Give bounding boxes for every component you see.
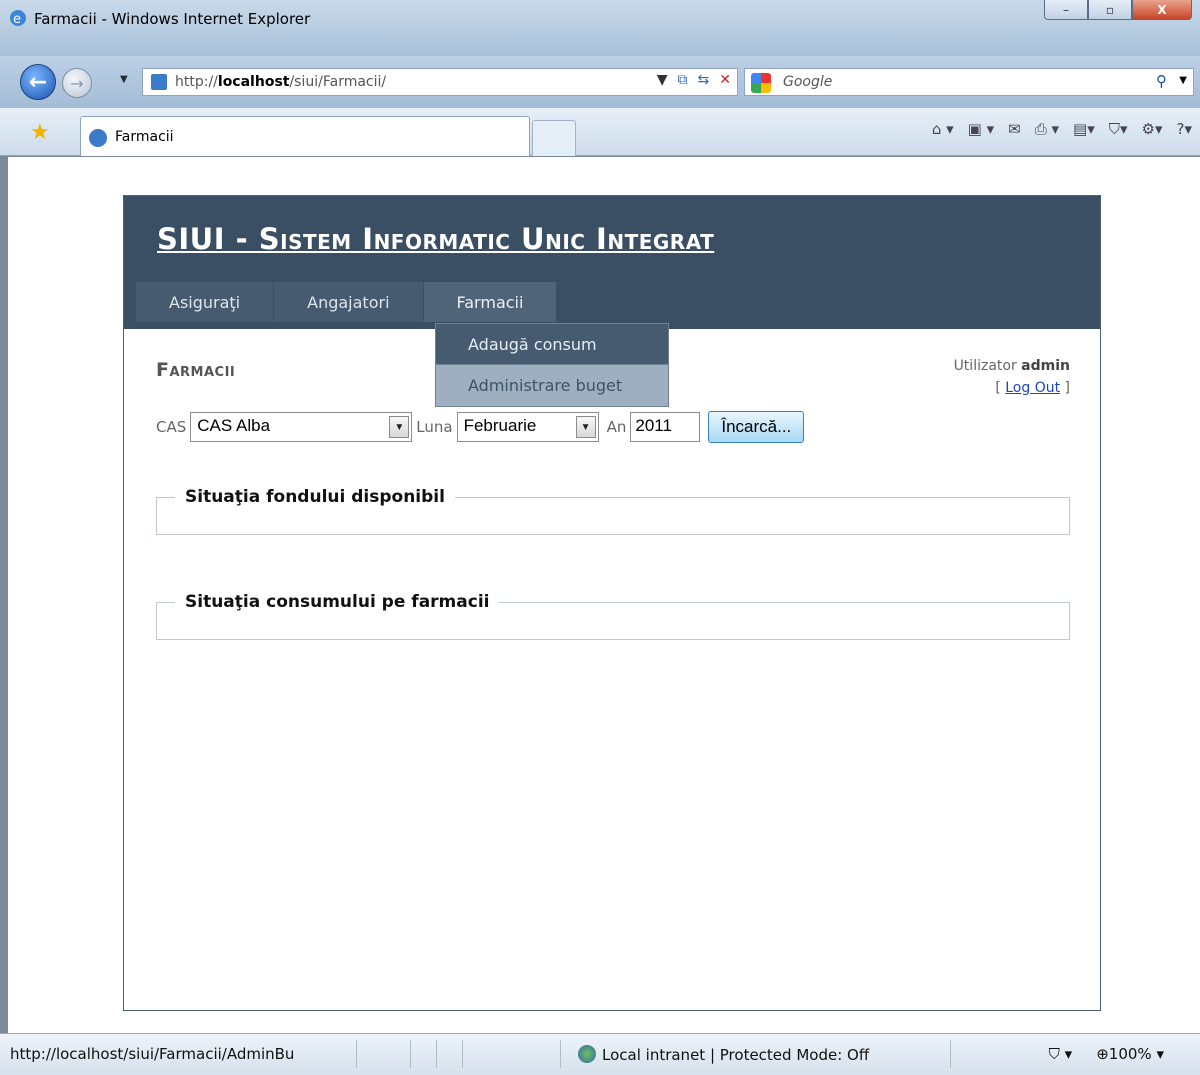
feeds-icon[interactable]: ▣ ▾ — [968, 120, 994, 138]
back-button[interactable]: ← — [20, 64, 56, 100]
window-titlebar: e Farmacii - Windows Internet Explorer –… — [0, 0, 1200, 56]
main-menu: Asiguraţi Angajatori Farmacii — [136, 282, 558, 322]
site-container: SIUI - Sistem Informatic Unic Integrat A… — [123, 195, 1101, 1011]
minimize-button[interactable]: – — [1044, 0, 1088, 20]
consum-farmacii-legend: Situaţia consumului pe farmacii — [185, 592, 490, 612]
command-bar: ⌂ ▾ ▣ ▾ ✉ ⎙ ▾ ▤▾ ⛉▾ ⚙▾ ?▾ — [932, 120, 1192, 138]
search-icon[interactable]: ⚲ — [1156, 72, 1167, 90]
safety-icon[interactable]: ⛉▾ — [1109, 120, 1128, 138]
compatibility-icon[interactable]: ⧉ — [678, 72, 688, 88]
consum-farmacii-fieldset: Situaţia consumului pe farmacii — [156, 592, 1070, 640]
ie-page-icon — [89, 129, 107, 147]
forward-button[interactable]: → — [62, 68, 92, 98]
search-placeholder: Google — [783, 74, 833, 90]
site-header: SIUI - Sistem Informatic Unic Integrat A… — [124, 196, 1100, 329]
home-icon[interactable]: ⌂ ▾ — [932, 120, 954, 138]
navigation-bar: ← → ▼ http://localhost/siui/Farmacii/ ▼ … — [0, 56, 1200, 108]
tools-icon[interactable]: ⚙▾ — [1142, 120, 1163, 138]
cas-select[interactable]: CAS Alba ▼ — [190, 412, 413, 442]
address-bar[interactable]: http://localhost/siui/Farmacii/ ▼ ⧉ ⇆ ✕ — [142, 68, 738, 96]
submenu-item-administrare-buget[interactable]: Administrare buget — [435, 365, 669, 407]
fond-disponibil-fieldset: Situaţia fondului disponibil — [156, 487, 1070, 535]
tab-farmacii[interactable]: Farmacii — [80, 116, 530, 156]
search-options-icon[interactable]: ▼ — [1179, 75, 1187, 86]
favorites-star-icon[interactable]: ★ — [30, 120, 50, 145]
google-icon — [751, 73, 771, 93]
chevron-down-icon[interactable]: ▼ — [575, 416, 596, 438]
security-zone[interactable]: Local intranet | Protected Mode: Off — [578, 1045, 869, 1064]
login-display: Utilizator admin [ Log Out ] — [953, 358, 1070, 396]
refresh-icon[interactable]: ⇆ — [698, 72, 710, 88]
site-title[interactable]: SIUI - Sistem Informatic Unic Integrat — [157, 222, 714, 256]
luna-select[interactable]: Februarie ▼ — [456, 412, 599, 442]
svg-text:e: e — [13, 12, 21, 27]
tabs-bar: ★ Farmacii ⌂ ▾ ▣ ▾ ✉ ⎙ ▾ ▤▾ ⛉▾ ⚙▾ ?▾ — [0, 108, 1200, 156]
menu-item-angajatori[interactable]: Angajatori — [274, 282, 424, 322]
forward-arrow-icon: → — [70, 73, 84, 93]
filter-row: CAS CAS Alba ▼ Luna Februarie ▼ An 2011 … — [156, 411, 805, 443]
farmacii-submenu: Adaugă consum Administrare buget — [435, 323, 669, 407]
stop-icon[interactable]: ✕ — [719, 72, 731, 88]
page-menu-icon[interactable]: ▤▾ — [1073, 120, 1095, 138]
chevron-down-icon[interactable]: ▼ — [389, 416, 410, 438]
load-button[interactable]: Încarcă... — [708, 411, 805, 443]
menu-item-asigurati[interactable]: Asiguraţi — [136, 282, 275, 322]
luna-label: Luna — [416, 418, 453, 436]
status-url: http://localhost/siui/Farmacii/AdminBu — [10, 1045, 295, 1063]
tab-title: Farmacii — [115, 129, 174, 145]
address-dropdown-icon[interactable]: ▼ — [657, 72, 668, 88]
page-icon — [151, 74, 167, 90]
maximize-button[interactable]: ▫ — [1088, 0, 1132, 20]
page-viewport: SIUI - Sistem Informatic Unic Integrat A… — [8, 157, 1200, 1033]
page-title: Farmacii — [156, 359, 236, 381]
back-arrow-icon: ← — [28, 69, 48, 95]
read-mail-icon[interactable]: ✉ — [1008, 120, 1021, 138]
print-icon[interactable]: ⎙ ▾ — [1035, 120, 1059, 138]
an-input[interactable]: 2011 — [630, 412, 701, 442]
cas-label: CAS — [156, 418, 187, 436]
globe-icon — [578, 1045, 596, 1063]
user-label: Utilizator — [953, 358, 1017, 374]
address-url[interactable]: http://localhost/siui/Farmacii/ — [175, 74, 386, 90]
search-box[interactable]: Google ⚲ ▼ — [744, 68, 1194, 96]
help-icon[interactable]: ?▾ — [1177, 120, 1193, 138]
window-title: Farmacii - Windows Internet Explorer — [34, 10, 311, 28]
protected-mode-icon[interactable]: ⛉ ▾ — [1049, 1045, 1073, 1063]
zoom-level[interactable]: ⊕100% ▾ — [1096, 1045, 1164, 1063]
submenu-item-adauga-consum[interactable]: Adaugă consum — [435, 323, 669, 365]
new-tab-button[interactable] — [532, 120, 576, 156]
username: admin — [1021, 358, 1070, 374]
menu-item-farmacii[interactable]: Farmacii — [423, 282, 558, 322]
ie-logo-icon: e — [8, 8, 28, 28]
logout-link[interactable]: Log Out — [1005, 380, 1060, 396]
fond-disponibil-legend: Situaţia fondului disponibil — [185, 487, 445, 507]
history-dropdown-icon[interactable]: ▼ — [120, 74, 128, 85]
status-bar: http://localhost/siui/Farmacii/AdminBu L… — [0, 1033, 1200, 1075]
close-button[interactable]: X — [1132, 0, 1192, 20]
an-label: An — [606, 418, 627, 436]
